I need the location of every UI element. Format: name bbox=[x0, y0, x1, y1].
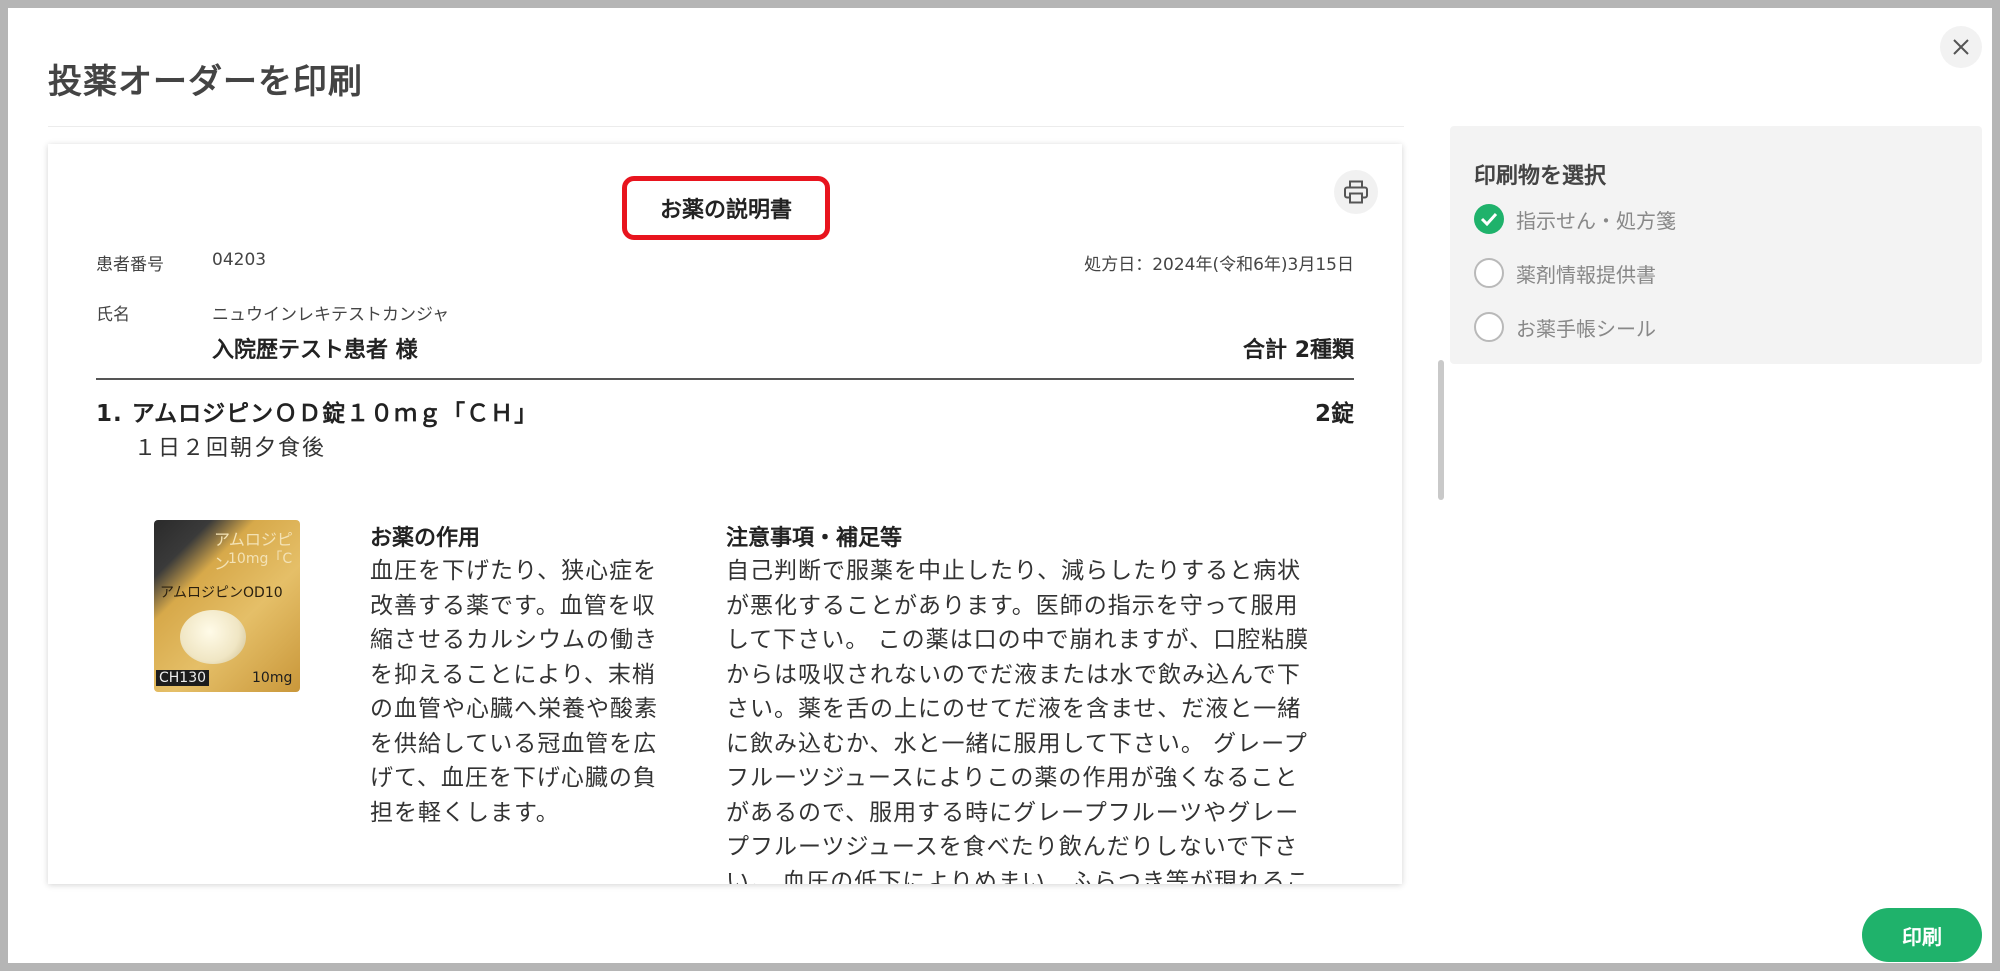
effect-heading: お薬の作用 bbox=[370, 526, 481, 551]
option-label: 薬剤情報提供書 bbox=[1516, 262, 1656, 287]
select-title: 印刷物を選択 bbox=[1474, 164, 1607, 189]
patient-number-label: 患者番号 bbox=[96, 255, 164, 275]
total-count: 合計 2種類 bbox=[1243, 338, 1354, 363]
print-selection-panel: 印刷物を選択 指示せん・処方箋 薬剤情報提供書 お薬手帳シール bbox=[1450, 126, 1982, 364]
effect-line: の血管や心臓へ栄養や酸素 bbox=[370, 696, 658, 722]
document-preview[interactable]: お薬の説明書 患者番号 04203 処方日：2024年(令和6年)3月15日 氏… bbox=[48, 144, 1402, 884]
notes-line: があるので、服用する時にグレープフルーツやグレー bbox=[726, 799, 1300, 826]
pill-shape bbox=[180, 610, 246, 664]
header-divider bbox=[48, 126, 1404, 127]
package-mg: 10mg bbox=[252, 670, 293, 686]
notes-line: 自己判断で服薬を中止したり、減らしたりすると病状 bbox=[726, 558, 1302, 584]
check-icon[interactable] bbox=[1474, 204, 1504, 234]
print-dialog: 投薬オーダーを印刷 お薬の説明書 患者番号 04203 処方日：2024年(令和… bbox=[0, 0, 2000, 971]
medication-image: アムロジピン 10mg「C アムロジピンOD10 CH130 10mg bbox=[154, 520, 300, 692]
patient-name-kana: ニュウインレキテストカンジャ bbox=[212, 305, 450, 325]
package-text: アムロジピンOD10 bbox=[160, 585, 283, 601]
notes-line: に飲み込むか、水と一緒に服用して下さい。 グレープ bbox=[726, 730, 1308, 757]
option-label: 指示せん・処方箋 bbox=[1516, 208, 1676, 233]
radio-icon[interactable] bbox=[1474, 258, 1504, 288]
effect-line: げて、血圧を下げ心臓の負 bbox=[370, 765, 657, 791]
notes-text: 自己判断で服薬を中止したり、減らしたりすると病状 が悪化することがあります。医師… bbox=[726, 554, 1310, 884]
notes-line: が悪化することがあります。医師の指示を守って服用 bbox=[726, 592, 1299, 619]
prescription-date: 処方日：2024年(令和6年)3月15日 bbox=[1084, 255, 1354, 275]
effect-text: 血圧を下げたり、狭心症を 改善する薬です。血管を収 縮させるカルシウムの働き を… bbox=[370, 554, 658, 830]
medication-quantity: 2錠 bbox=[1314, 401, 1354, 427]
dialog-title: 投薬オーダーを印刷 bbox=[48, 62, 363, 102]
medication-dosage: １日２回朝夕食後 bbox=[134, 436, 327, 461]
section-rule bbox=[96, 378, 1354, 380]
package-text: 10mg「C bbox=[228, 551, 293, 567]
option-prescription[interactable]: 指示せん・処方箋 bbox=[1474, 204, 1676, 234]
option-label: お薬手帳シール bbox=[1516, 316, 1656, 341]
print-button[interactable]: 印刷 bbox=[1862, 908, 1982, 962]
notes-line: して下さい。 この薬は口の中で崩れますが、口腔粘膜 bbox=[726, 627, 1310, 653]
effect-line: 縮させるカルシウムの働き bbox=[370, 627, 658, 653]
notes-line: い。 血圧の低下によりめまい、ふらつき等が現れるこ bbox=[726, 868, 1310, 885]
radio-icon[interactable] bbox=[1474, 312, 1504, 342]
notes-heading: 注意事項・補足等 bbox=[726, 526, 903, 551]
effect-line: を抑えることにより、末梢 bbox=[370, 661, 656, 688]
printer-icon bbox=[1344, 180, 1368, 204]
notes-line: プフルーツジュースを食べたり飲んだりしないで下さ bbox=[726, 834, 1299, 860]
document-title-highlight: お薬の説明書 bbox=[622, 176, 830, 240]
document-title: お薬の説明書 bbox=[659, 198, 792, 223]
notes-line: フルーツジュースによりこの薬の作用が強くなること bbox=[726, 765, 1299, 791]
notes-line: からは吸収されないのでだ液または水で飲み込んで下 bbox=[726, 661, 1301, 688]
option-drug-info[interactable]: 薬剤情報提供書 bbox=[1474, 258, 1656, 288]
print-preview-button[interactable] bbox=[1334, 170, 1378, 214]
close-button[interactable] bbox=[1940, 26, 1982, 68]
option-notebook-sticker[interactable]: お薬手帳シール bbox=[1474, 312, 1656, 342]
name-label: 氏名 bbox=[96, 305, 130, 325]
effect-line: を供給している冠血管を広 bbox=[370, 730, 658, 757]
effect-line: 血圧を下げたり、狭心症を bbox=[370, 558, 658, 584]
effect-line: 改善する薬です。血管を収 bbox=[370, 592, 656, 619]
preview-scrollbar[interactable] bbox=[1438, 360, 1444, 500]
medication-name: 1. アムロジピンＯＤ錠１０ｍｇ「ＣＨ」 bbox=[96, 401, 539, 427]
notes-line: さい。薬を舌の上にのせてだ液を含ませ、だ液と一緒 bbox=[726, 696, 1302, 722]
effect-line: 担を軽くします。 bbox=[370, 799, 560, 826]
close-icon bbox=[1953, 39, 1969, 55]
patient-number: 04203 bbox=[212, 250, 267, 270]
package-code: CH130 bbox=[156, 670, 210, 686]
patient-name: 入院歴テスト患者 様 bbox=[212, 338, 418, 363]
